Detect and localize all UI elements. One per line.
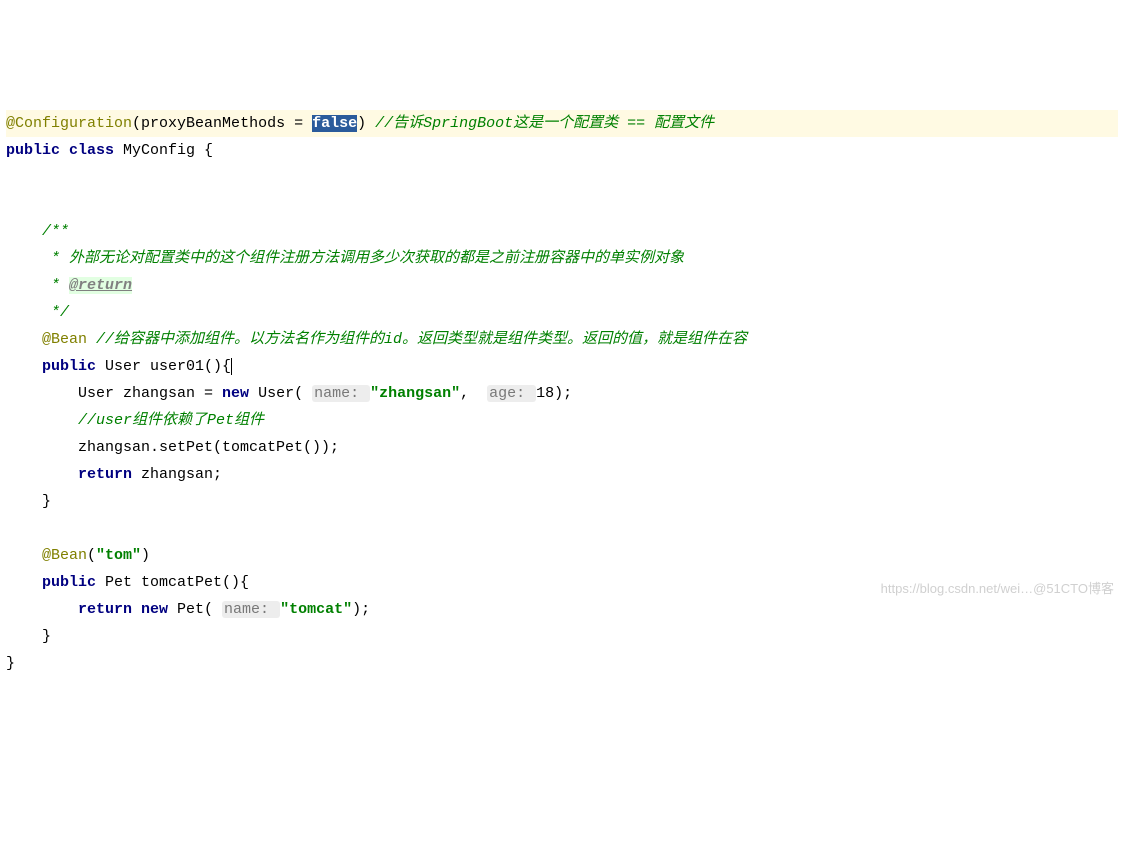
paren-open: ( xyxy=(132,115,141,132)
number-literal: 18); xyxy=(536,385,572,402)
paren-close: ) xyxy=(357,115,366,132)
brace-close: } xyxy=(6,493,51,510)
code-text: zhangsan; xyxy=(141,466,222,483)
brace-close: } xyxy=(6,628,51,645)
string-literal: "tom" xyxy=(96,547,141,564)
code-text: zhangsan.setPet(tomcatPet()); xyxy=(6,439,339,456)
param-hint-name: name: xyxy=(222,601,280,618)
class-name: MyConfig { xyxy=(123,142,213,159)
method-sig: Pet tomcatPet(){ xyxy=(105,574,249,591)
line-comment: //告诉SpringBoot这是一个配置类 == 配置文件 xyxy=(366,115,714,132)
paren-open: ( xyxy=(87,547,96,564)
param-hint-age: age: xyxy=(487,385,536,402)
javadoc-line: * xyxy=(6,277,69,294)
keyword-public: public xyxy=(6,358,105,375)
keyword-public-class: public class xyxy=(6,142,123,159)
selected-false-keyword: false xyxy=(312,115,357,132)
javadoc-line: /** xyxy=(6,223,69,240)
string-literal: "tomcat" xyxy=(280,601,352,618)
keyword-new: new xyxy=(222,385,258,402)
brace-close: } xyxy=(6,655,15,672)
javadoc-line: */ xyxy=(6,304,69,321)
paren-close: ) xyxy=(141,547,150,564)
keyword-public: public xyxy=(6,574,105,591)
javadoc-return-tag: @return xyxy=(69,277,132,294)
string-literal: "zhangsan" xyxy=(370,385,460,402)
method-sig: User user01(){ xyxy=(105,358,231,375)
annotation-bean: @Bean xyxy=(6,331,87,348)
code-text: ); xyxy=(352,601,370,618)
text-cursor xyxy=(231,358,232,375)
code-text: User zhangsan = xyxy=(6,385,222,402)
annotation-configuration: @Configuration xyxy=(6,115,132,132)
keyword-return-new: return new xyxy=(6,601,177,618)
annotation-bean: @Bean xyxy=(6,547,87,564)
code-text: Pet( xyxy=(177,601,222,618)
code-text: , xyxy=(460,385,487,402)
javadoc-line: * 外部无论对配置类中的这个组件注册方法调用多少次获取的都是之前注册容器中的单实… xyxy=(6,250,684,267)
line-comment: //给容器中添加组件。以方法名作为组件的id。返回类型就是组件类型。返回的值，就… xyxy=(87,331,747,348)
line-comment: //user组件依赖了Pet组件 xyxy=(6,412,264,429)
code-text: User( xyxy=(258,385,312,402)
param-text: proxyBeanMethods = xyxy=(141,115,312,132)
watermark-text: https://blog.csdn.net/wei…@51CTO博客 xyxy=(881,577,1114,600)
highlighted-line: @Configuration(proxyBeanMethods = false)… xyxy=(6,110,1118,137)
keyword-return: return xyxy=(6,466,141,483)
param-hint-name: name: xyxy=(312,385,370,402)
